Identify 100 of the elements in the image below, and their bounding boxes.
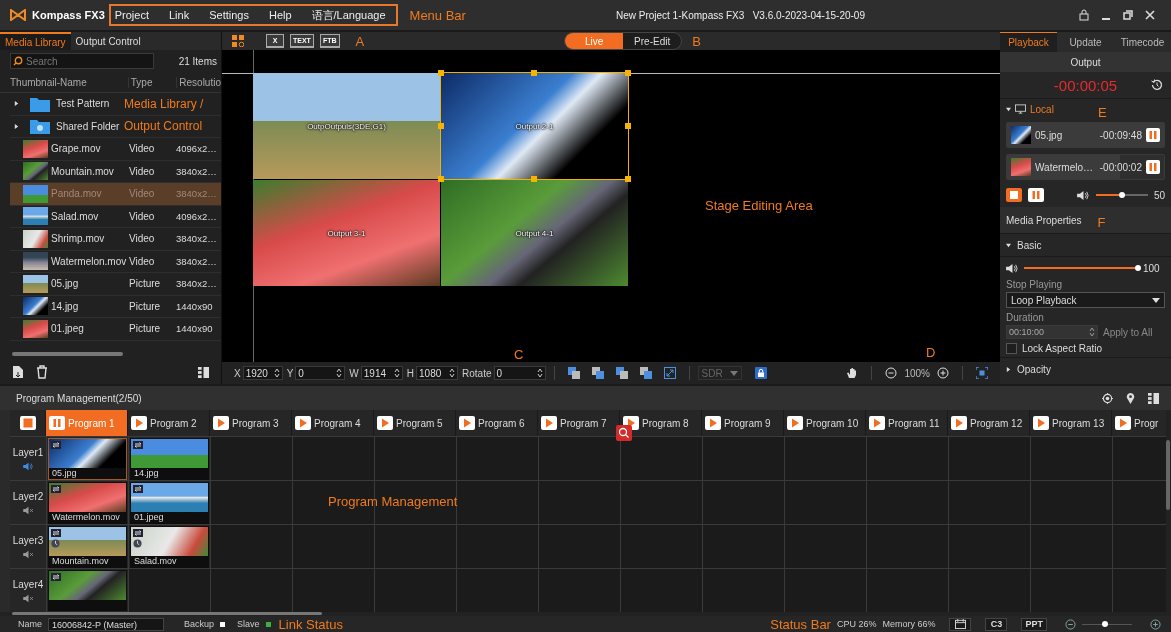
target-icon[interactable]	[1102, 392, 1113, 404]
panel-tab[interactable]: Update	[1057, 32, 1114, 52]
list-view-icon[interactable]	[1148, 392, 1159, 404]
layer-order-icon[interactable]	[567, 367, 580, 379]
program-tab[interactable]: Program 2	[128, 410, 210, 436]
checkbox[interactable]	[1006, 342, 1017, 354]
media-row[interactable]: 01.jpeg Picture 1440x90	[10, 318, 221, 341]
search-field[interactable]: Search	[10, 53, 154, 69]
column-header[interactable]: Resolutio	[176, 76, 221, 88]
media-clip[interactable]: 14.jpg	[130, 438, 209, 480]
group-label[interactable]: Basic	[1017, 239, 1042, 251]
slider-thumb[interactable]	[1135, 265, 1141, 271]
menu-item[interactable]: 语言/Language	[309, 7, 394, 23]
resize-handle[interactable]	[531, 176, 537, 182]
resize-handle[interactable]	[625, 123, 631, 129]
panel-tab[interactable]: Output Control	[70, 32, 146, 50]
folder-name[interactable]: Shared Folder	[56, 120, 124, 132]
panel-tab[interactable]: Playback	[1000, 32, 1057, 52]
name-field[interactable]: 16006842-P (Master)	[48, 617, 164, 631]
pause-icon[interactable]	[1146, 128, 1160, 142]
magnifier-icon[interactable]	[616, 425, 632, 441]
number-field[interactable]: 1080	[416, 366, 459, 380]
media-row[interactable]: Shrimp.mov Video 3840x2…	[10, 228, 221, 251]
media-row[interactable]: Salad.mov Video 4096x2…	[10, 205, 221, 228]
media-clip[interactable]: 01.jpeg	[130, 482, 209, 524]
restore-icon[interactable]	[1123, 9, 1133, 21]
expand-arrow-icon[interactable]	[1006, 366, 1011, 372]
menu-item[interactable]: Settings	[207, 9, 257, 21]
spinner-icon[interactable]	[449, 368, 456, 378]
scrollbar[interactable]	[1166, 440, 1170, 510]
zoom-in-icon[interactable]	[1150, 618, 1161, 630]
muted-speaker-icon[interactable]	[22, 593, 34, 603]
spinner-icon[interactable]	[393, 368, 400, 378]
program-tab[interactable]: Program 4	[292, 410, 374, 436]
volume-icon[interactable]	[1076, 189, 1090, 201]
lock-icon[interactable]	[754, 367, 767, 379]
media-row[interactable]: 14.jpg Picture 1440x90	[10, 295, 221, 318]
output-tile[interactable]: Output 4-1	[441, 180, 628, 286]
resize-handle[interactable]	[438, 176, 444, 182]
slider-thumb[interactable]	[1101, 621, 1108, 627]
menu-item[interactable]: Project	[112, 9, 157, 21]
speaker-icon[interactable]	[22, 462, 34, 471]
group-label[interactable]: Opacity	[1017, 363, 1051, 375]
expand-arrow-icon[interactable]	[1006, 106, 1011, 112]
volume-icon[interactable]	[1006, 262, 1019, 274]
program-tab[interactable]: Program 9	[702, 410, 784, 436]
reset-icon[interactable]	[1151, 79, 1163, 91]
number-field[interactable]: 1914	[360, 366, 403, 380]
zoom-out-icon[interactable]	[1065, 618, 1076, 630]
layer-order-icon[interactable]	[615, 367, 628, 379]
calendar-button[interactable]	[949, 617, 972, 631]
resize-handle[interactable]	[625, 176, 631, 182]
program-tab[interactable]: Program 13	[1030, 410, 1112, 436]
media-row[interactable]: Grape.mov Video 4096x2…	[10, 138, 221, 161]
trash-icon[interactable]	[36, 365, 48, 379]
resize-handle[interactable]	[531, 70, 537, 76]
program-tab[interactable]: Program 6	[456, 410, 538, 436]
menu-item[interactable]: Help	[266, 9, 300, 21]
close-icon[interactable]	[1145, 9, 1155, 21]
spinner-icon[interactable]	[273, 368, 280, 378]
media-row[interactable]: 05.jpg Picture 3840x2…	[10, 273, 221, 296]
media-clip[interactable]: 05.jpg	[48, 438, 127, 480]
muted-speaker-icon[interactable]	[22, 550, 34, 559]
pause-icon[interactable]	[1028, 188, 1044, 202]
layer-order-icon[interactable]	[639, 367, 652, 379]
expand-arrow-icon[interactable]	[14, 123, 19, 129]
column-header[interactable]: Type	[127, 76, 177, 88]
program-tab[interactable]: Program 11	[866, 410, 948, 436]
expand-icon[interactable]	[663, 367, 676, 379]
program-tab[interactable]: Program 8	[620, 410, 702, 436]
stop-playing-dropdown[interactable]: Loop Playback	[1006, 292, 1165, 308]
spinner-icon[interactable]	[536, 368, 543, 378]
media-clip[interactable]: Salad.mov	[130, 526, 209, 568]
playing-item[interactable]: 05.jpg -00:09:48	[1006, 122, 1165, 148]
output-group-label[interactable]: Local	[1030, 103, 1054, 115]
slider-thumb[interactable]	[1118, 192, 1125, 198]
muted-speaker-icon[interactable]	[22, 506, 34, 515]
menu-item[interactable]: Link	[167, 9, 198, 21]
panel-tab[interactable]: Media Library	[0, 32, 71, 50]
scrollbar[interactable]	[12, 352, 123, 356]
media-clip[interactable]: Watermelon.mov	[48, 482, 127, 524]
apply-to-all-link[interactable]: Apply to All	[1103, 326, 1153, 338]
mode-tab[interactable]: Pre-Edit	[623, 33, 682, 49]
spinner-icon[interactable]	[336, 368, 343, 378]
expand-arrow-icon[interactable]	[1006, 242, 1011, 248]
resize-handle[interactable]	[438, 123, 444, 129]
number-field[interactable]: 0	[295, 366, 346, 380]
program-tab[interactable]: Program 12	[948, 410, 1030, 436]
panel-tab[interactable]: Timecode	[1114, 32, 1171, 52]
toolbar-button[interactable]: PPT	[1021, 617, 1047, 631]
checkbox-label[interactable]: Lock Aspect Ratio	[1022, 342, 1103, 354]
program-tab[interactable]: Program 3	[210, 410, 292, 436]
fit-screen-icon[interactable]	[976, 367, 988, 379]
column-header[interactable]: Thumbnail-Name	[0, 76, 128, 88]
import-file-icon[interactable]	[12, 365, 24, 379]
layout-icon[interactable]	[232, 35, 244, 47]
toolbar-button[interactable]: C3	[985, 617, 1008, 631]
pause-icon[interactable]	[1146, 160, 1160, 174]
resize-handle[interactable]	[438, 70, 444, 76]
stop-icon[interactable]	[19, 416, 36, 430]
